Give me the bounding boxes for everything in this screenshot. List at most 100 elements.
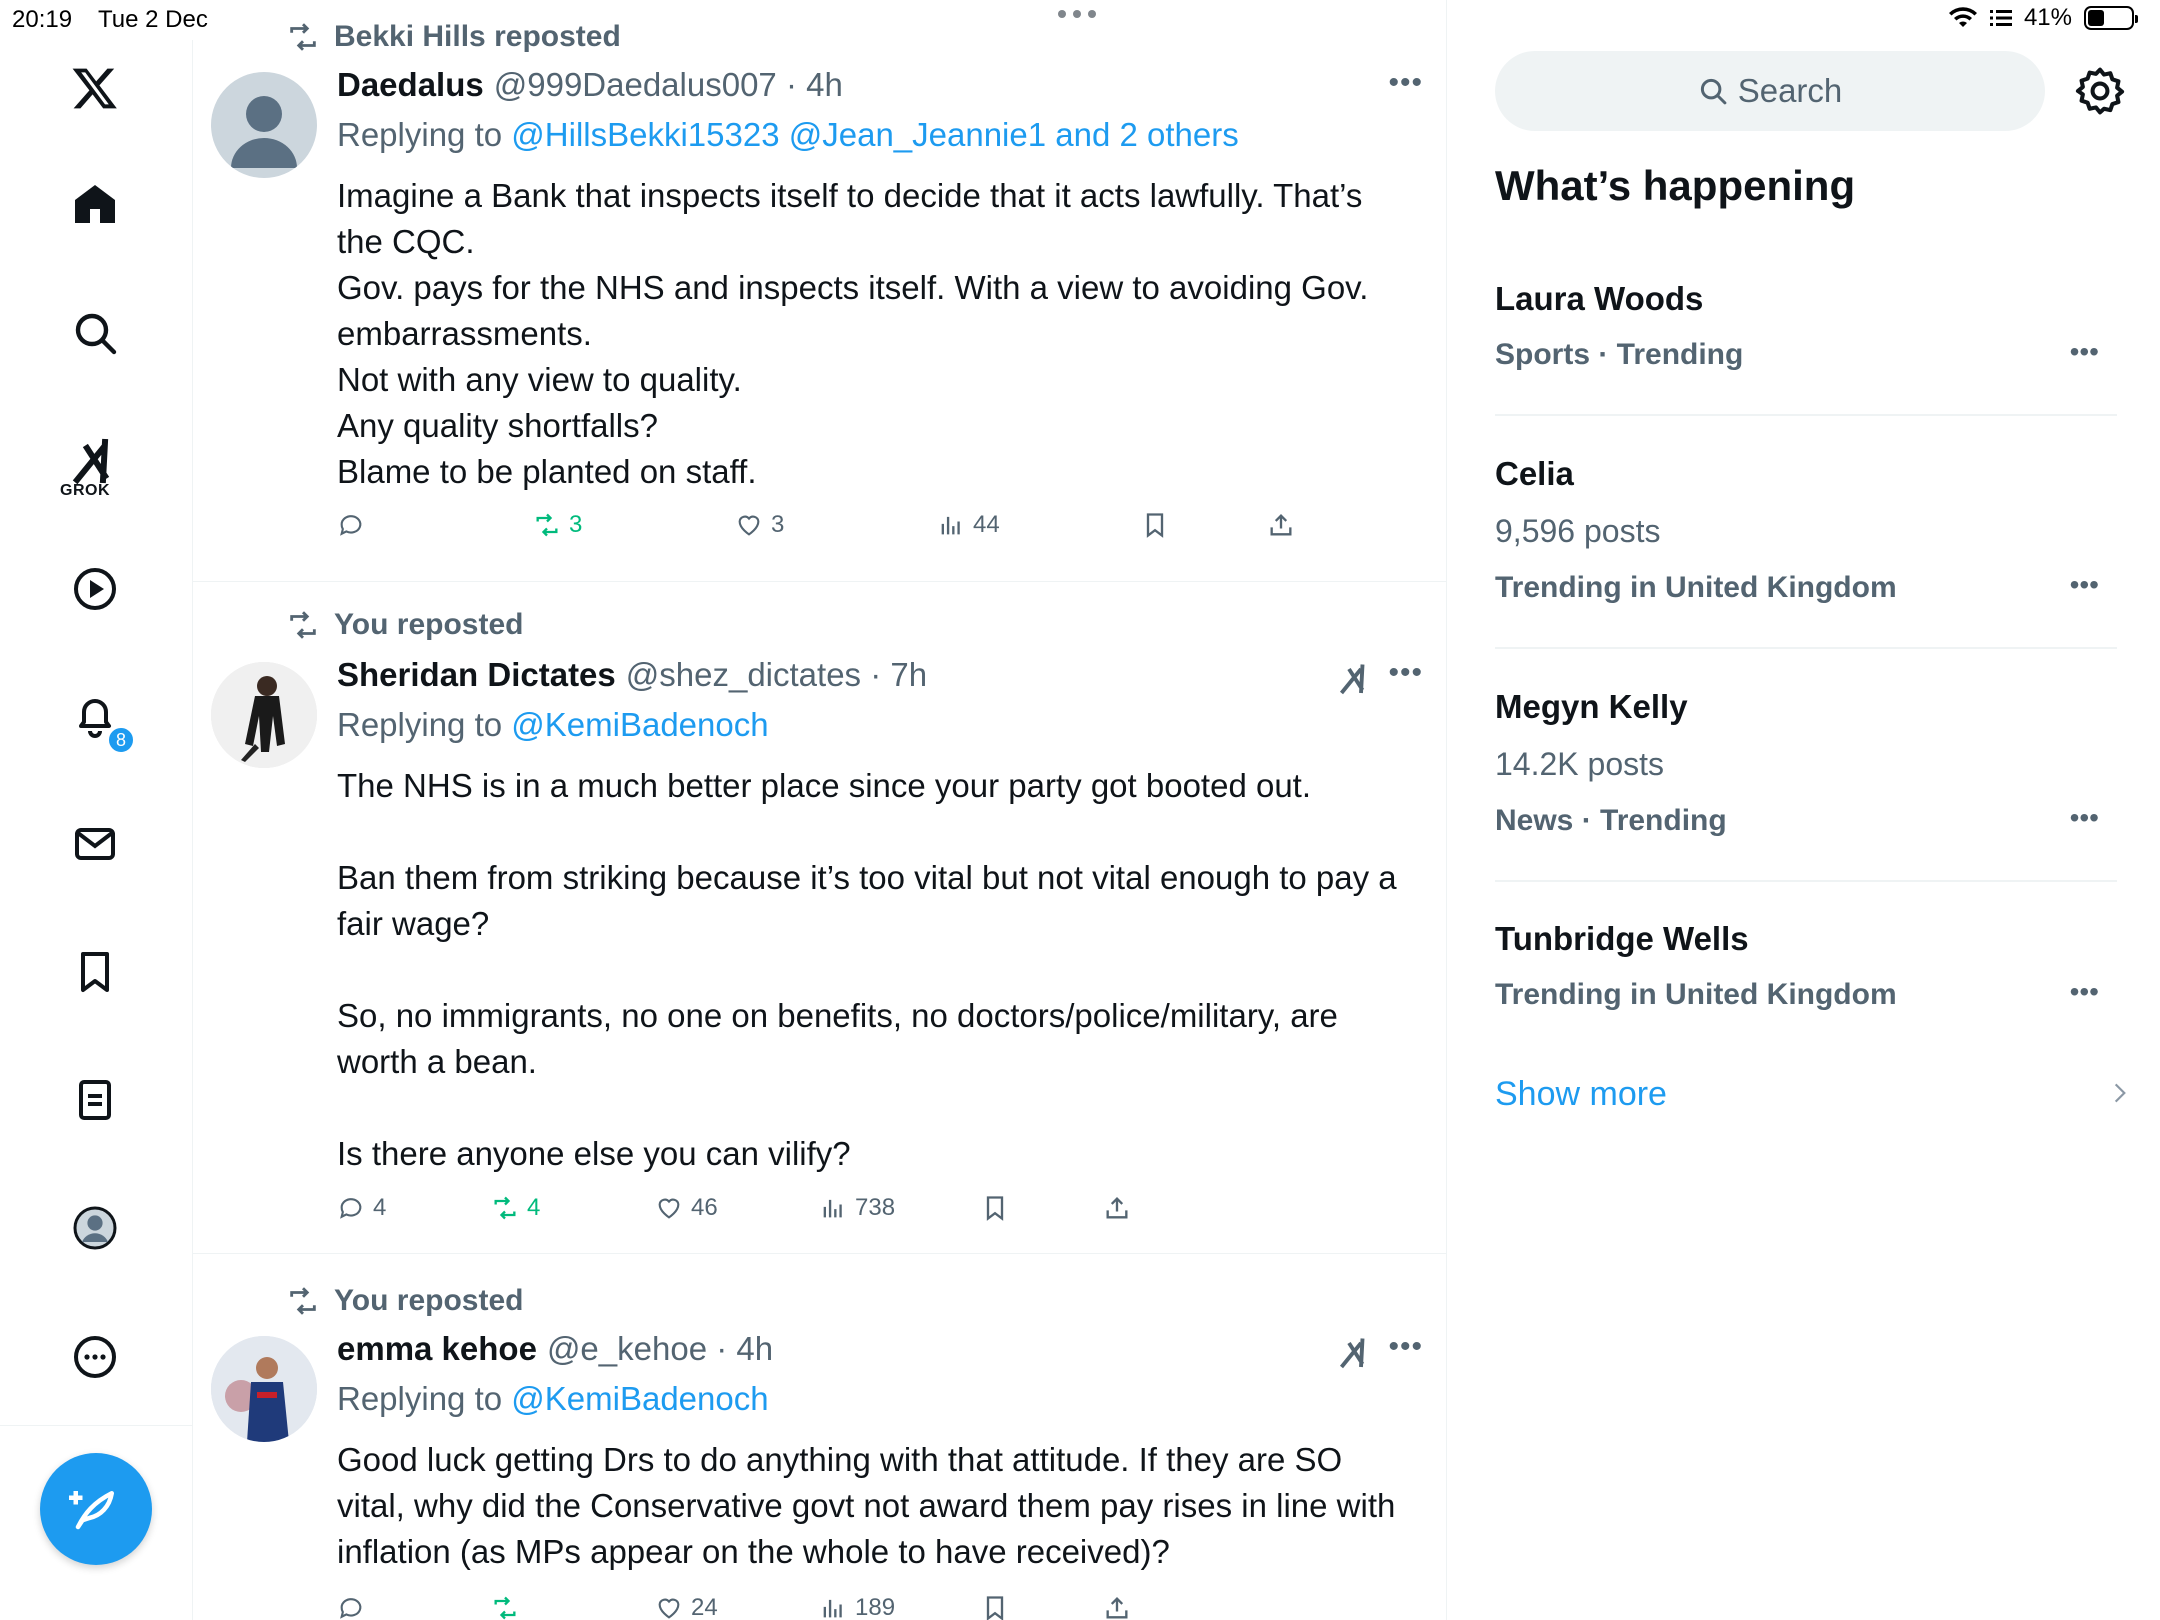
grok-explain-icon[interactable] [1337, 660, 1373, 696]
post-actions: 4 4 46 738 [337, 1194, 1337, 1234]
replying-to: Replying to @KemiBadenoch [337, 706, 769, 743]
reply-button[interactable] [337, 511, 373, 539]
share-button[interactable] [1103, 1194, 1131, 1222]
messages-envelope-icon[interactable] [55, 804, 135, 884]
timeline-feed[interactable]: Bekki Hills reposted Daedalus @999Daedal… [193, 0, 1633, 1620]
share-icon [1106, 1597, 1128, 1619]
bookmark-button[interactable] [981, 1594, 1009, 1620]
repost-icon [494, 1196, 516, 1220]
post-header: Sheridan Dictates @shez_dictates · 7h [337, 656, 927, 694]
reply-icon [340, 515, 362, 536]
replying-to-link[interactable]: @KemiBadenoch [511, 1380, 768, 1417]
grok-explain-icon[interactable] [1337, 1334, 1373, 1370]
more-options-icon[interactable] [55, 1317, 135, 1397]
trend-more-icon[interactable]: ••• [2070, 569, 2099, 601]
video-play-icon[interactable] [55, 549, 135, 629]
search-placeholder: Search [1737, 72, 1843, 109]
views-button[interactable]: 189 [819, 1594, 895, 1620]
views-button[interactable]: 738 [819, 1194, 895, 1222]
author-name[interactable]: Daedalus [337, 66, 484, 104]
replying-to-link[interactable]: @KemiBadenoch [511, 706, 768, 743]
repost-icon [494, 1596, 516, 1620]
explore-search-icon[interactable] [55, 293, 135, 373]
repost-indicator: You reposted [286, 1284, 523, 1318]
trend-divider [1495, 647, 2117, 649]
x-logo-icon[interactable] [55, 48, 135, 128]
chevron-right-icon[interactable] [2107, 1080, 2133, 1106]
reply-icon [340, 1198, 362, 1219]
repost-indicator: You reposted [286, 608, 523, 642]
whats-happening-title: What’s happening [1495, 162, 1856, 209]
views-button[interactable]: 44 [937, 511, 1000, 539]
replying-to: Replying to @HillsBekki15323 @Jean_Jeann… [337, 116, 1239, 153]
share-button[interactable] [1103, 1594, 1131, 1620]
trend-more-icon[interactable]: ••• [2070, 976, 2099, 1008]
author-avatar[interactable] [211, 1336, 317, 1442]
repost-icon [536, 513, 558, 537]
trend-more-icon[interactable]: ••• [2070, 336, 2099, 368]
post-more-options-icon[interactable]: ••• [1388, 66, 1423, 100]
trend-divider [1495, 414, 2117, 416]
views-chart-icon [823, 1199, 842, 1218]
views-chart-icon [823, 1599, 842, 1618]
post-actions: 24 189 [337, 1594, 1337, 1620]
status-time: 20:19 [12, 6, 73, 33]
post-daedalus[interactable]: Bekki Hills reposted Daedalus @999Daedal… [193, 0, 1447, 582]
views-chart-icon [941, 516, 960, 535]
repost-button[interactable] [491, 1594, 527, 1620]
author-handle-time[interactable]: @shez_dictates · 7h [626, 656, 927, 694]
trend-more-icon[interactable]: ••• [2070, 802, 2099, 834]
lists-icon[interactable] [55, 1060, 135, 1140]
bookmarks-icon[interactable] [55, 932, 135, 1012]
status-date: Tue 2 Dec [98, 6, 208, 33]
author-name[interactable]: emma kehoe [337, 1330, 537, 1368]
post-sheridan-dictates[interactable]: You reposted Sheridan Dictates @shez_dic… [193, 582, 1447, 1254]
author-handle-time[interactable]: @e_kehoe · 4h [547, 1330, 773, 1368]
author-avatar[interactable] [211, 72, 317, 178]
replying-to-link[interactable]: @HillsBekki15323 @Jean_Jeannie1 and 2 ot… [511, 116, 1238, 153]
reply-button[interactable]: 4 [337, 1194, 386, 1222]
settings-gear-icon[interactable] [2073, 64, 2127, 118]
bookmark-button[interactable] [1141, 511, 1169, 539]
reply-button[interactable] [337, 1594, 373, 1620]
repost-icon [290, 611, 316, 639]
like-button[interactable]: 46 [655, 1194, 718, 1222]
notifications-badge: 8 [107, 726, 135, 754]
repost-button[interactable]: 4 [491, 1194, 540, 1222]
compose-post-button[interactable] [40, 1453, 152, 1565]
like-button[interactable]: 24 [655, 1594, 718, 1620]
post-more-options-icon[interactable]: ••• [1388, 1330, 1423, 1364]
bookmark-button[interactable] [981, 1194, 1009, 1222]
like-button[interactable]: 3 [735, 511, 784, 539]
heart-icon [658, 1198, 680, 1219]
trend-item[interactable]: Tunbridge Wells Trending in United Kingd… [1495, 920, 2117, 1030]
search-input[interactable]: Search [1495, 51, 2045, 131]
trend-item[interactable]: Celia 9,596 posts Trending in United Kin… [1495, 455, 2117, 649]
trend-item[interactable]: Megyn Kelly 14.2K posts News · Trending … [1495, 688, 2117, 882]
repost-icon [290, 1287, 316, 1315]
repost-button[interactable]: 3 [533, 511, 582, 539]
repost-indicator: Bekki Hills reposted [286, 20, 621, 54]
heart-icon [658, 1598, 680, 1619]
profile-avatar[interactable] [55, 1188, 135, 1268]
bookmark-icon [986, 1596, 1004, 1620]
search-icon [1700, 78, 1727, 105]
post-more-options-icon[interactable]: ••• [1388, 656, 1423, 690]
share-button[interactable] [1267, 511, 1295, 539]
show-more-link[interactable]: Show more [1495, 1075, 1667, 1114]
post-text: Imagine a Bank that inspects itself to d… [337, 177, 1369, 490]
author-avatar[interactable] [211, 662, 317, 768]
share-icon [1106, 1197, 1128, 1219]
trend-divider [1495, 880, 2117, 882]
author-handle-time[interactable]: @999Daedalus007 · 4h [494, 66, 843, 104]
author-name[interactable]: Sheridan Dictates [337, 656, 616, 694]
post-header: Daedalus @999Daedalus007 · 4h [337, 66, 843, 104]
post-emma-kehoe[interactable]: You reposted emma kehoe @e_kehoe · 4h ••… [193, 1254, 1447, 1620]
share-icon [1270, 514, 1292, 536]
left-nav: GROK 8 [0, 40, 193, 1620]
post-actions: 3 3 44 [337, 511, 1337, 551]
replying-to: Replying to @KemiBadenoch [337, 1380, 769, 1417]
home-icon[interactable] [55, 164, 135, 244]
heart-icon [738, 515, 760, 536]
trend-item[interactable]: Laura Woods Sports · Trending ••• [1495, 280, 2117, 416]
